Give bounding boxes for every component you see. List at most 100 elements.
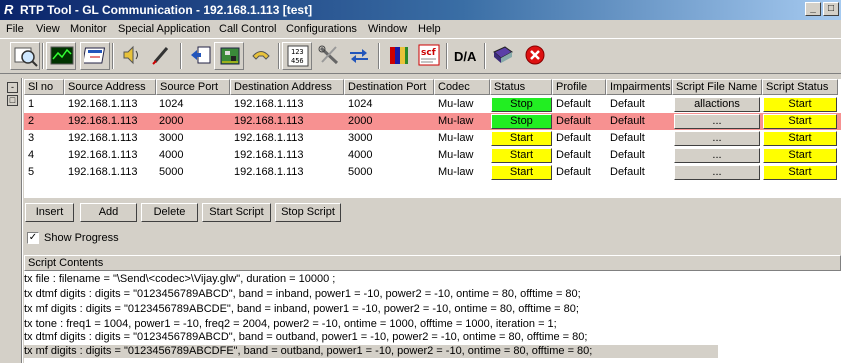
script-file-button[interactable]: allactions: [674, 97, 760, 112]
cell-profile: Default: [556, 149, 591, 161]
col-header-destination-address[interactable]: Destination Address: [230, 79, 344, 95]
status-button[interactable]: Start: [491, 148, 552, 163]
script-status-button[interactable]: Start: [763, 131, 837, 146]
toolbar-separator: [446, 43, 448, 69]
col-header-slno[interactable]: Sl no: [24, 79, 64, 95]
col-header-script-file-name[interactable]: Script File Name: [672, 79, 762, 95]
number-keypad-icon[interactable]: 123 456: [282, 42, 312, 70]
script-line: tx tone : freq1 = 1004, power1 = -10, fr…: [24, 318, 557, 330]
script-status-button[interactable]: Start: [763, 114, 837, 129]
stop-script-button[interactable]: Stop Script: [275, 203, 341, 222]
menu-help[interactable]: Help: [418, 23, 441, 35]
cell-codec: Mu-law: [438, 166, 474, 178]
script-status-button[interactable]: Start: [763, 148, 837, 163]
table-row[interactable]: 4 192.168.1.113 4000 192.168.1.113 4000 Mu-la…: [24, 147, 841, 164]
cell-source-port: 1024: [159, 98, 184, 110]
table-row[interactable]: 5 192.168.1.113 5000 192.168.1.113 5000 Mu-la…: [24, 164, 841, 181]
book-colors-icon[interactable]: [384, 42, 414, 70]
cell-destination-address: 192.168.1.113: [234, 115, 304, 127]
collapse-handle[interactable]: -: [7, 82, 18, 93]
col-header-status[interactable]: Status: [490, 79, 552, 95]
script-status-button[interactable]: Start: [763, 165, 837, 180]
restore-handle[interactable]: □: [7, 95, 18, 106]
cell-impairments: Default: [610, 98, 645, 110]
col-header-destination-port[interactable]: Destination Port: [344, 79, 434, 95]
cell-slno: 3: [28, 132, 35, 144]
script-file-button[interactable]: ...: [674, 165, 760, 180]
insert-button[interactable]: Insert: [25, 203, 74, 222]
script-file-button[interactable]: ...: [674, 148, 760, 163]
circuit-board-icon[interactable]: [214, 42, 244, 70]
cell-codec: Mu-law: [438, 132, 474, 144]
toolbar-separator: [42, 43, 44, 69]
menu-special-application[interactable]: Special Application: [118, 23, 210, 35]
cell-destination-port: 5000: [348, 166, 373, 178]
search-zoom-icon[interactable]: [10, 42, 40, 70]
pen-icon[interactable]: [146, 42, 176, 70]
script-contents-header: Script Contents: [24, 255, 841, 271]
cell-slno: 4: [28, 149, 35, 161]
delete-button[interactable]: Delete: [141, 203, 198, 222]
cell-source-address: 192.168.1.113: [68, 132, 138, 144]
close-icon[interactable]: [520, 42, 550, 70]
menu-window[interactable]: Window: [368, 23, 407, 35]
app-icon: R: [4, 2, 14, 17]
transfer-arrows-icon[interactable]: [344, 42, 374, 70]
table-row[interactable]: 2 192.168.1.113 2000 192.168.1.113 2000 Mu-la…: [24, 113, 841, 130]
col-header-profile[interactable]: Profile: [552, 79, 606, 95]
import-icon[interactable]: [186, 42, 216, 70]
status-button[interactable]: Start: [491, 165, 552, 180]
phone-icon[interactable]: [246, 42, 276, 70]
maximize-button[interactable]: □: [823, 2, 839, 16]
cell-profile: Default: [556, 132, 591, 144]
cell-slno: 1: [28, 98, 35, 110]
status-button[interactable]: Stop: [491, 97, 552, 112]
script-line: tx dtmf digits : digits = "0123456789ABC…: [24, 331, 588, 343]
script-status-button[interactable]: Start: [763, 97, 837, 112]
cell-destination-address: 192.168.1.113: [234, 149, 304, 161]
menu-view[interactable]: View: [36, 23, 60, 35]
start-script-button[interactable]: Start Script: [202, 203, 271, 222]
cell-destination-port: 3000: [348, 132, 373, 144]
add-button[interactable]: Add: [80, 203, 137, 222]
cell-destination-address: 192.168.1.113: [234, 132, 304, 144]
script-contents-pane[interactable]: tx file : filename = "\Send\<codec>\Vija…: [24, 271, 841, 363]
script-line: tx mf digits : digits = "0123456789ABCDE…: [24, 303, 579, 315]
table-row[interactable]: 3 192.168.1.113 3000 192.168.1.113 3000 Mu-la…: [24, 130, 841, 147]
status-button[interactable]: Stop: [491, 114, 552, 129]
minimize-button[interactable]: _: [805, 2, 821, 16]
menu-monitor[interactable]: Monitor: [70, 23, 107, 35]
col-header-source-port[interactable]: Source Port: [156, 79, 230, 95]
rtp-session-grid: Sl no Source Address Source Port Destina…: [24, 79, 841, 198]
status-button[interactable]: Start: [491, 131, 552, 146]
window-title: RTP Tool - GL Communication - 192.168.1.…: [20, 3, 313, 17]
col-header-script-status[interactable]: Script Status: [762, 79, 838, 95]
monitor-chart-icon[interactable]: [46, 42, 76, 70]
cell-profile: Default: [556, 98, 591, 110]
speaker-icon[interactable]: [116, 42, 146, 70]
edit-window-icon[interactable]: [80, 42, 110, 70]
toolbar-separator: [278, 43, 280, 69]
tools-icon[interactable]: [314, 42, 344, 70]
script-line: tx file : filename = "\Send\<codec>\Vija…: [24, 273, 336, 285]
da-icon[interactable]: D/A: [450, 42, 480, 70]
book-icon[interactable]: [488, 42, 518, 70]
menu-file[interactable]: File: [6, 23, 24, 35]
script-file-button[interactable]: ...: [674, 131, 760, 146]
script-file-button[interactable]: ...: [674, 114, 760, 129]
table-row[interactable]: 1 192.168.1.113 1024 192.168.1.113 1024 Mu-la…: [24, 96, 841, 113]
cell-destination-address: 192.168.1.113: [234, 166, 304, 178]
show-progress-checkbox[interactable]: ✓: [27, 232, 39, 244]
svg-text:scf: scf: [421, 48, 436, 58]
col-header-codec[interactable]: Codec: [434, 79, 490, 95]
menu-configurations[interactable]: Configurations: [286, 23, 357, 35]
scf-script-icon[interactable]: scf: [414, 42, 444, 70]
toolbar-separator: [180, 43, 182, 69]
menu-call-control[interactable]: Call Control: [219, 23, 276, 35]
cell-profile: Default: [556, 166, 591, 178]
title-bar: R RTP Tool - GL Communication - 192.168.…: [0, 0, 841, 20]
toolbar-separator: [112, 43, 114, 69]
col-header-impairments[interactable]: Impairments: [606, 79, 672, 95]
col-header-source-address[interactable]: Source Address: [64, 79, 156, 95]
cell-source-address: 192.168.1.113: [68, 166, 138, 178]
